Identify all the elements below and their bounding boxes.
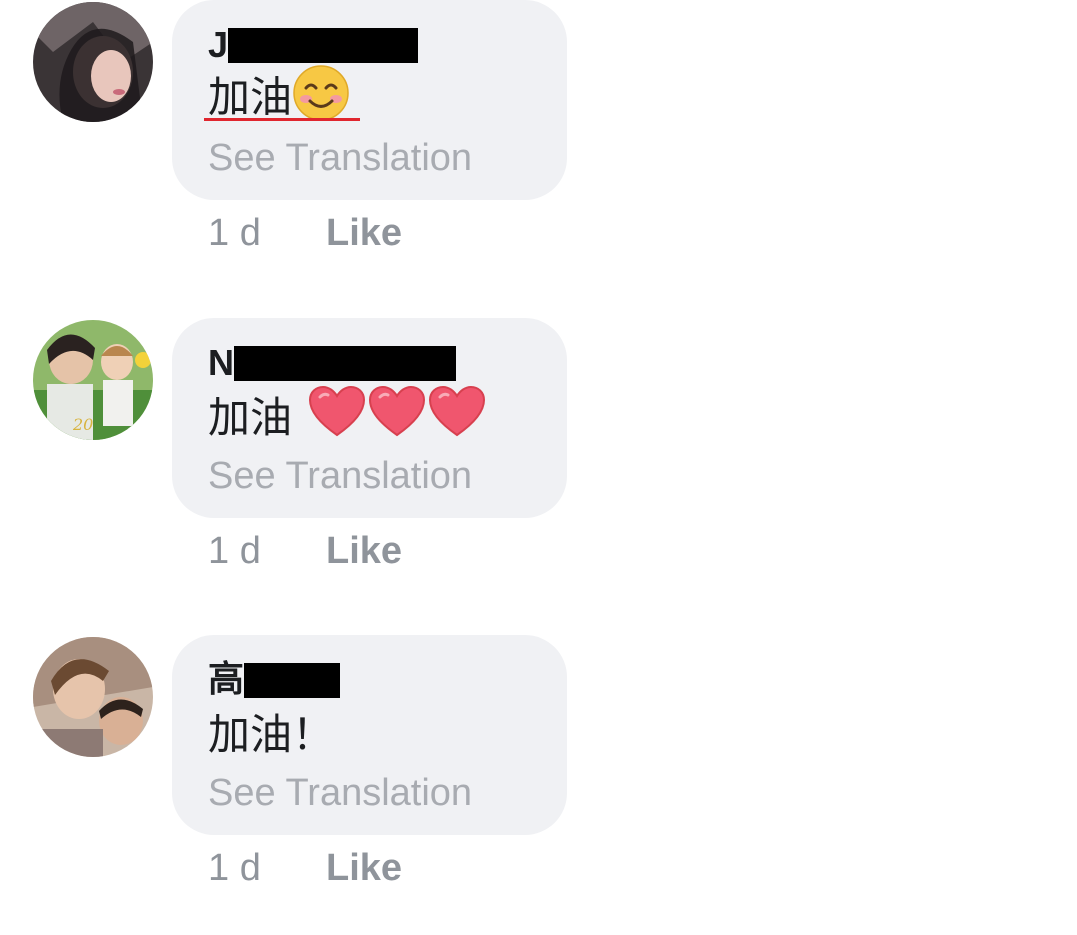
see-translation-link[interactable]: See Translation bbox=[208, 136, 472, 180]
smiling-face-emoji-icon bbox=[292, 64, 350, 136]
comment-item: 20 N 加油 See Translation 1 d Like bbox=[0, 318, 1077, 618]
comment-bubble: J 加油 See Translation bbox=[172, 0, 567, 200]
comment-item: J 加油 See Translation 1 d Like bbox=[0, 0, 1077, 300]
avatar-photo bbox=[33, 2, 153, 122]
redacted-name-block bbox=[228, 27, 419, 63]
avatar-photo: 20 bbox=[33, 320, 153, 440]
comment-item: 高 加油！ See Translation 1 d Like bbox=[0, 635, 1077, 935]
avatar-photo bbox=[33, 637, 153, 757]
comment-text: 加油 bbox=[204, 65, 360, 128]
timestamp: 1 d bbox=[208, 846, 261, 889]
author-name[interactable]: N bbox=[208, 344, 456, 382]
comment-text-content: 加油 bbox=[208, 72, 293, 122]
comment-text: 加油 bbox=[208, 385, 486, 446]
see-translation-link[interactable]: See Translation bbox=[208, 454, 472, 498]
comment-text-content: 加油 bbox=[208, 393, 293, 442]
avatar[interactable] bbox=[33, 637, 153, 757]
redacted-name-block bbox=[244, 662, 341, 698]
redacted-name-block bbox=[234, 345, 456, 381]
heart-emoji-icon bbox=[308, 385, 366, 451]
like-button[interactable]: Like bbox=[326, 847, 402, 890]
avatar[interactable] bbox=[33, 2, 153, 122]
author-name[interactable]: J bbox=[208, 24, 419, 65]
timestamp: 1 d bbox=[208, 529, 261, 572]
author-name[interactable]: 高 bbox=[208, 659, 341, 700]
see-translation-link[interactable]: See Translation bbox=[208, 771, 472, 815]
comment-actions: 1 d Like bbox=[208, 210, 402, 256]
author-initial: 高 bbox=[208, 659, 245, 700]
svg-text:20: 20 bbox=[72, 415, 93, 434]
comment-bubble: N 加油 See Translation bbox=[172, 318, 567, 518]
comment-actions: 1 d Like bbox=[208, 845, 402, 891]
comment-text: 加油！ bbox=[208, 707, 334, 763]
author-initial: J bbox=[208, 24, 229, 65]
like-button[interactable]: Like bbox=[326, 212, 402, 255]
comment-bubble: 高 加油！ See Translation bbox=[172, 635, 567, 835]
heart-emoji-icon bbox=[428, 385, 486, 451]
like-button[interactable]: Like bbox=[326, 530, 402, 573]
author-initial: N bbox=[208, 342, 234, 383]
timestamp: 1 d bbox=[208, 211, 261, 254]
comment-text-content: 加油！ bbox=[208, 710, 335, 759]
heart-emoji-icon bbox=[368, 385, 426, 451]
spellcheck-underline bbox=[204, 118, 360, 121]
comment-actions: 1 d Like bbox=[208, 528, 402, 574]
avatar[interactable]: 20 bbox=[33, 320, 153, 440]
